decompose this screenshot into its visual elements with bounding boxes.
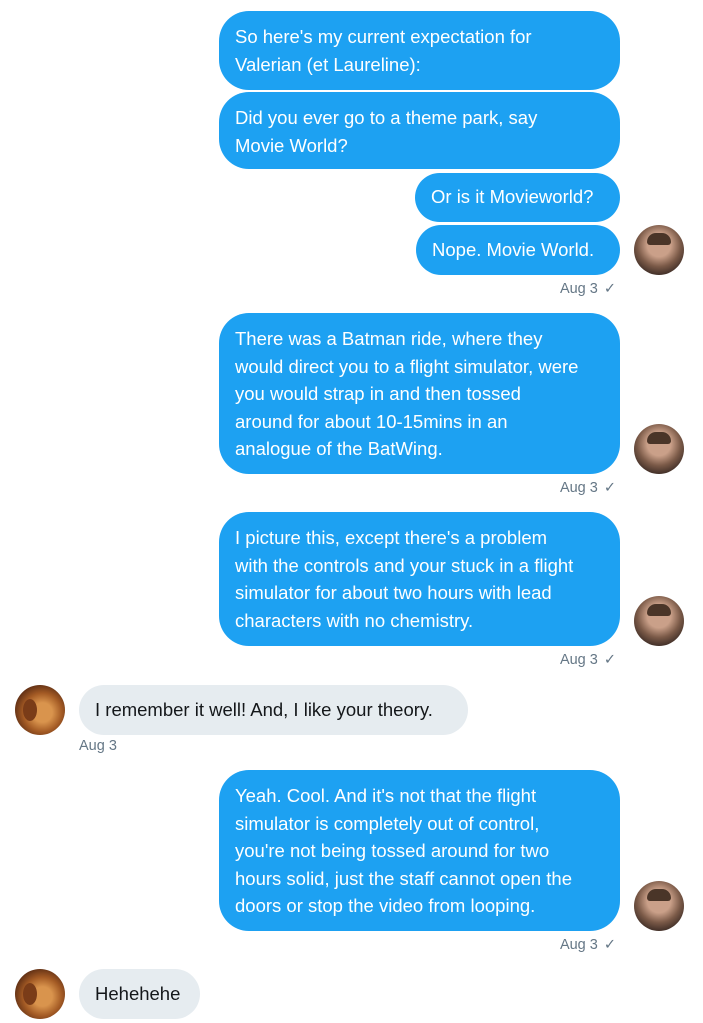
read-check-icon: ✓ — [603, 652, 616, 668]
message-line: Hehehehe — [95, 983, 181, 1004]
message-line: characters with no chemistry. — [235, 609, 474, 631]
message-line: Or is it Movieworld? — [431, 186, 594, 207]
message-line: Valerian (et Laureline): — [235, 53, 421, 75]
message-bubble-received[interactable]: I remember it well! And, I like your the… — [79, 685, 468, 735]
read-check-icon: ✓ — [603, 937, 616, 953]
message-line: you would strap in and then tossed — [235, 383, 521, 404]
message-line: Did you ever go to a theme park, say — [235, 107, 538, 128]
message-line: I picture this, except there's a problem — [235, 527, 548, 548]
message-line: doors or stop the video from looping. — [235, 895, 536, 916]
message-timestamp: Aug 3 ✓ — [559, 281, 616, 297]
message-bubble-sent[interactable]: Did you ever go to a theme park, say Mov… — [219, 92, 620, 169]
message-bubble-sent[interactable]: There was a Batman ride, where they woul… — [219, 313, 620, 474]
my-avatar[interactable] — [634, 424, 684, 474]
message-line: simulator for about two hours with lead — [235, 582, 552, 603]
message-line: around for about 10-15mins in an — [235, 410, 508, 432]
message-timestamp: Aug 3 ✓ — [559, 480, 616, 496]
contact-avatar[interactable] — [15, 969, 65, 1019]
message-line: I remember it well! And, I like your the… — [95, 699, 433, 720]
my-avatar[interactable] — [634, 596, 684, 646]
message-timestamp: Aug 3 ✓ — [559, 652, 616, 668]
read-check-icon: ✓ — [603, 480, 616, 496]
message-line: So here's my current expectation for — [235, 26, 532, 47]
message-bubble-received[interactable]: Hehehehe — [79, 969, 200, 1019]
message-timestamp: Aug 3 ✓ — [559, 937, 616, 953]
message-bubble-sent[interactable]: Nope. Movie World. — [416, 225, 620, 275]
message-line: with the controls and your stuck in a fl… — [235, 554, 574, 576]
message-line: would direct you to a flight simulator, … — [235, 355, 579, 377]
message-line: There was a Batman ride, where they — [235, 328, 543, 349]
message-line: Movie World? — [235, 134, 348, 156]
my-avatar[interactable] — [634, 225, 684, 275]
message-line: Yeah. Cool. And it's not that the flight — [235, 785, 537, 806]
message-line: you're not being tossed around for two — [235, 840, 550, 861]
message-line: analogue of the BatWing. — [235, 438, 443, 459]
message-bubble-sent[interactable]: So here's my current expectation for Val… — [219, 11, 620, 90]
my-avatar[interactable] — [634, 881, 684, 931]
message-timestamp: Aug 3 — [79, 738, 117, 754]
message-line: simulator is completely out of control, — [235, 812, 540, 834]
contact-avatar[interactable] — [15, 685, 65, 735]
message-line: Nope. Movie World. — [432, 239, 595, 260]
message-line: hours solid, just the staff cannot open … — [235, 867, 572, 889]
read-check-icon: ✓ — [603, 281, 616, 297]
message-bubble-sent[interactable]: I picture this, except there's a problem… — [219, 512, 620, 646]
message-bubble-sent[interactable]: Or is it Movieworld? — [415, 173, 620, 222]
message-bubble-sent[interactable]: Yeah. Cool. And it's not that the flight… — [219, 770, 620, 931]
